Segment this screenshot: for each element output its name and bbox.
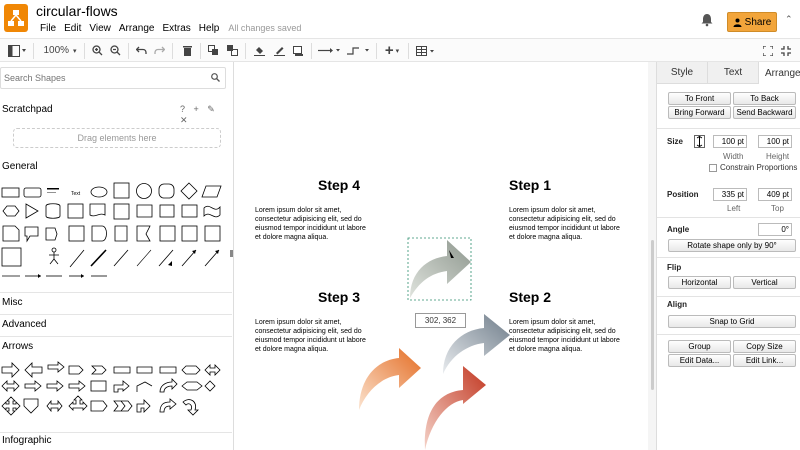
- arrow-left[interactable]: [359, 348, 421, 410]
- delete-icon[interactable]: [180, 42, 194, 59]
- menu-extras[interactable]: Extras: [158, 23, 194, 34]
- user-icon: [733, 18, 742, 27]
- size-label: Size: [667, 137, 684, 146]
- search-icon[interactable]: [211, 73, 220, 82]
- align-label: Align: [667, 300, 687, 309]
- to-front-button[interactable]: To Front: [668, 92, 731, 105]
- shapes-sidebar: Scratchpad ? + ✎ ✕ Drag elements here Ge…: [0, 62, 234, 450]
- toolbar: 100% ▾ + ▾: [0, 38, 800, 62]
- send-backward-button[interactable]: Send Backward: [733, 106, 796, 119]
- arrow-bottom[interactable]: [424, 366, 486, 450]
- fill-color-icon[interactable]: [252, 42, 266, 59]
- share-label: Share: [744, 16, 772, 28]
- angle-label: Angle: [667, 225, 690, 234]
- angle-input[interactable]: 0°: [758, 223, 792, 236]
- copy-size-button[interactable]: Copy Size: [733, 340, 796, 353]
- rotate-90-button[interactable]: Rotate shape only by 90°: [668, 239, 796, 252]
- zoom-value: 100%: [43, 45, 70, 56]
- menu-view[interactable]: View: [85, 23, 115, 34]
- connection-style-dropdown-icon[interactable]: [316, 42, 342, 59]
- tab-arrange[interactable]: Arrange: [759, 62, 800, 84]
- menu-edit[interactable]: Edit: [60, 23, 85, 34]
- document-title[interactable]: circular-flows: [36, 3, 118, 19]
- menu-arrange[interactable]: Arrange: [115, 23, 159, 34]
- sidebar-splitter[interactable]: [230, 250, 233, 257]
- drawio-logo: [4, 4, 28, 32]
- autosize-icon[interactable]: [694, 135, 705, 148]
- arrow-top-selected[interactable]: [407, 237, 472, 301]
- flip-label: Flip: [667, 263, 682, 272]
- height-label: Height: [766, 152, 790, 161]
- width-input[interactable]: 100 pt: [713, 135, 747, 148]
- line-color-icon[interactable]: [272, 42, 286, 59]
- section-misc[interactable]: Misc: [2, 297, 23, 308]
- share-button[interactable]: Share: [727, 12, 777, 32]
- scrollbar-thumb[interactable]: [651, 240, 654, 390]
- scratchpad-title[interactable]: Scratchpad: [2, 104, 53, 115]
- height-input[interactable]: 100 pt: [758, 135, 792, 148]
- left-label: Left: [727, 204, 741, 213]
- tab-text[interactable]: Text: [708, 62, 759, 84]
- top-input[interactable]: 409 pt: [758, 188, 792, 201]
- arrow-shapes-palette[interactable]: [0, 360, 232, 430]
- width-label: Width: [723, 152, 744, 161]
- left-input[interactable]: 335 pt: [713, 188, 747, 201]
- zoom-dropdown[interactable]: 100% ▾: [40, 42, 80, 59]
- insert-dropdown-icon[interactable]: + ▾: [381, 42, 403, 59]
- table-dropdown-icon[interactable]: [414, 42, 436, 59]
- zoom-out-icon[interactable]: [108, 42, 122, 59]
- circular-arrows-graphic: [359, 237, 510, 450]
- coordinates-tooltip: 302, 362: [415, 313, 466, 328]
- constrain-proportions-label: Constrain Proportions: [720, 163, 798, 172]
- scratchpad-actions[interactable]: ? + ✎ ✕: [180, 104, 233, 126]
- section-advanced[interactable]: Advanced: [2, 319, 46, 330]
- app-header: circular-flows File Edit View Arrange Ex…: [0, 0, 800, 38]
- menu-file[interactable]: File: [36, 23, 60, 34]
- redo-icon[interactable]: [152, 42, 166, 59]
- fullscreen-icon[interactable]: [762, 42, 774, 59]
- menu-bar: File Edit View Arrange Extras Help All c…: [36, 23, 306, 34]
- snap-to-grid-button[interactable]: Snap to Grid: [668, 315, 796, 328]
- waypoints-dropdown-icon[interactable]: [345, 42, 371, 59]
- diagram-canvas[interactable]: Step 4 Lorem ipsum dolor sit amet, conse…: [235, 62, 648, 450]
- menu-help[interactable]: Help: [195, 23, 224, 34]
- undo-icon[interactable]: [134, 42, 148, 59]
- group-button[interactable]: Group: [668, 340, 731, 353]
- section-infographic[interactable]: Infographic: [2, 435, 51, 446]
- notification-bell-icon[interactable]: [700, 13, 714, 27]
- search-shapes-input[interactable]: [0, 67, 226, 89]
- section-arrows[interactable]: Arrows: [2, 341, 33, 352]
- edit-link-button[interactable]: Edit Link...: [733, 354, 796, 367]
- diagram-logo-icon: [8, 10, 24, 26]
- flip-horizontal-button[interactable]: Horizontal: [668, 276, 731, 289]
- format-panel: Style Text Arrange To Front To Back Brin…: [656, 62, 800, 450]
- constrain-proportions-checkbox[interactable]: [709, 164, 717, 172]
- shadow-icon[interactable]: [291, 42, 305, 59]
- section-general[interactable]: General: [2, 161, 38, 172]
- collapse-toolbar-icon[interactable]: [780, 42, 792, 59]
- zoom-in-icon[interactable]: [90, 42, 104, 59]
- save-status: All changes saved: [228, 23, 302, 33]
- collapse-header-icon[interactable]: ⌃: [785, 14, 793, 25]
- top-label: Top: [771, 204, 784, 213]
- to-front-icon[interactable]: [206, 42, 220, 59]
- to-back-icon[interactable]: [225, 42, 239, 59]
- bring-forward-button[interactable]: Bring Forward: [668, 106, 731, 119]
- flip-vertical-button[interactable]: Vertical: [733, 276, 796, 289]
- to-back-button[interactable]: To Back: [733, 92, 796, 105]
- tab-style[interactable]: Style: [657, 62, 708, 84]
- svg-text:Text: Text: [71, 191, 81, 197]
- position-label: Position: [667, 190, 699, 199]
- edit-data-button[interactable]: Edit Data...: [668, 354, 731, 367]
- format-panel-toggle-icon[interactable]: [6, 42, 28, 59]
- scratchpad-dropzone[interactable]: Drag elements here: [13, 128, 221, 148]
